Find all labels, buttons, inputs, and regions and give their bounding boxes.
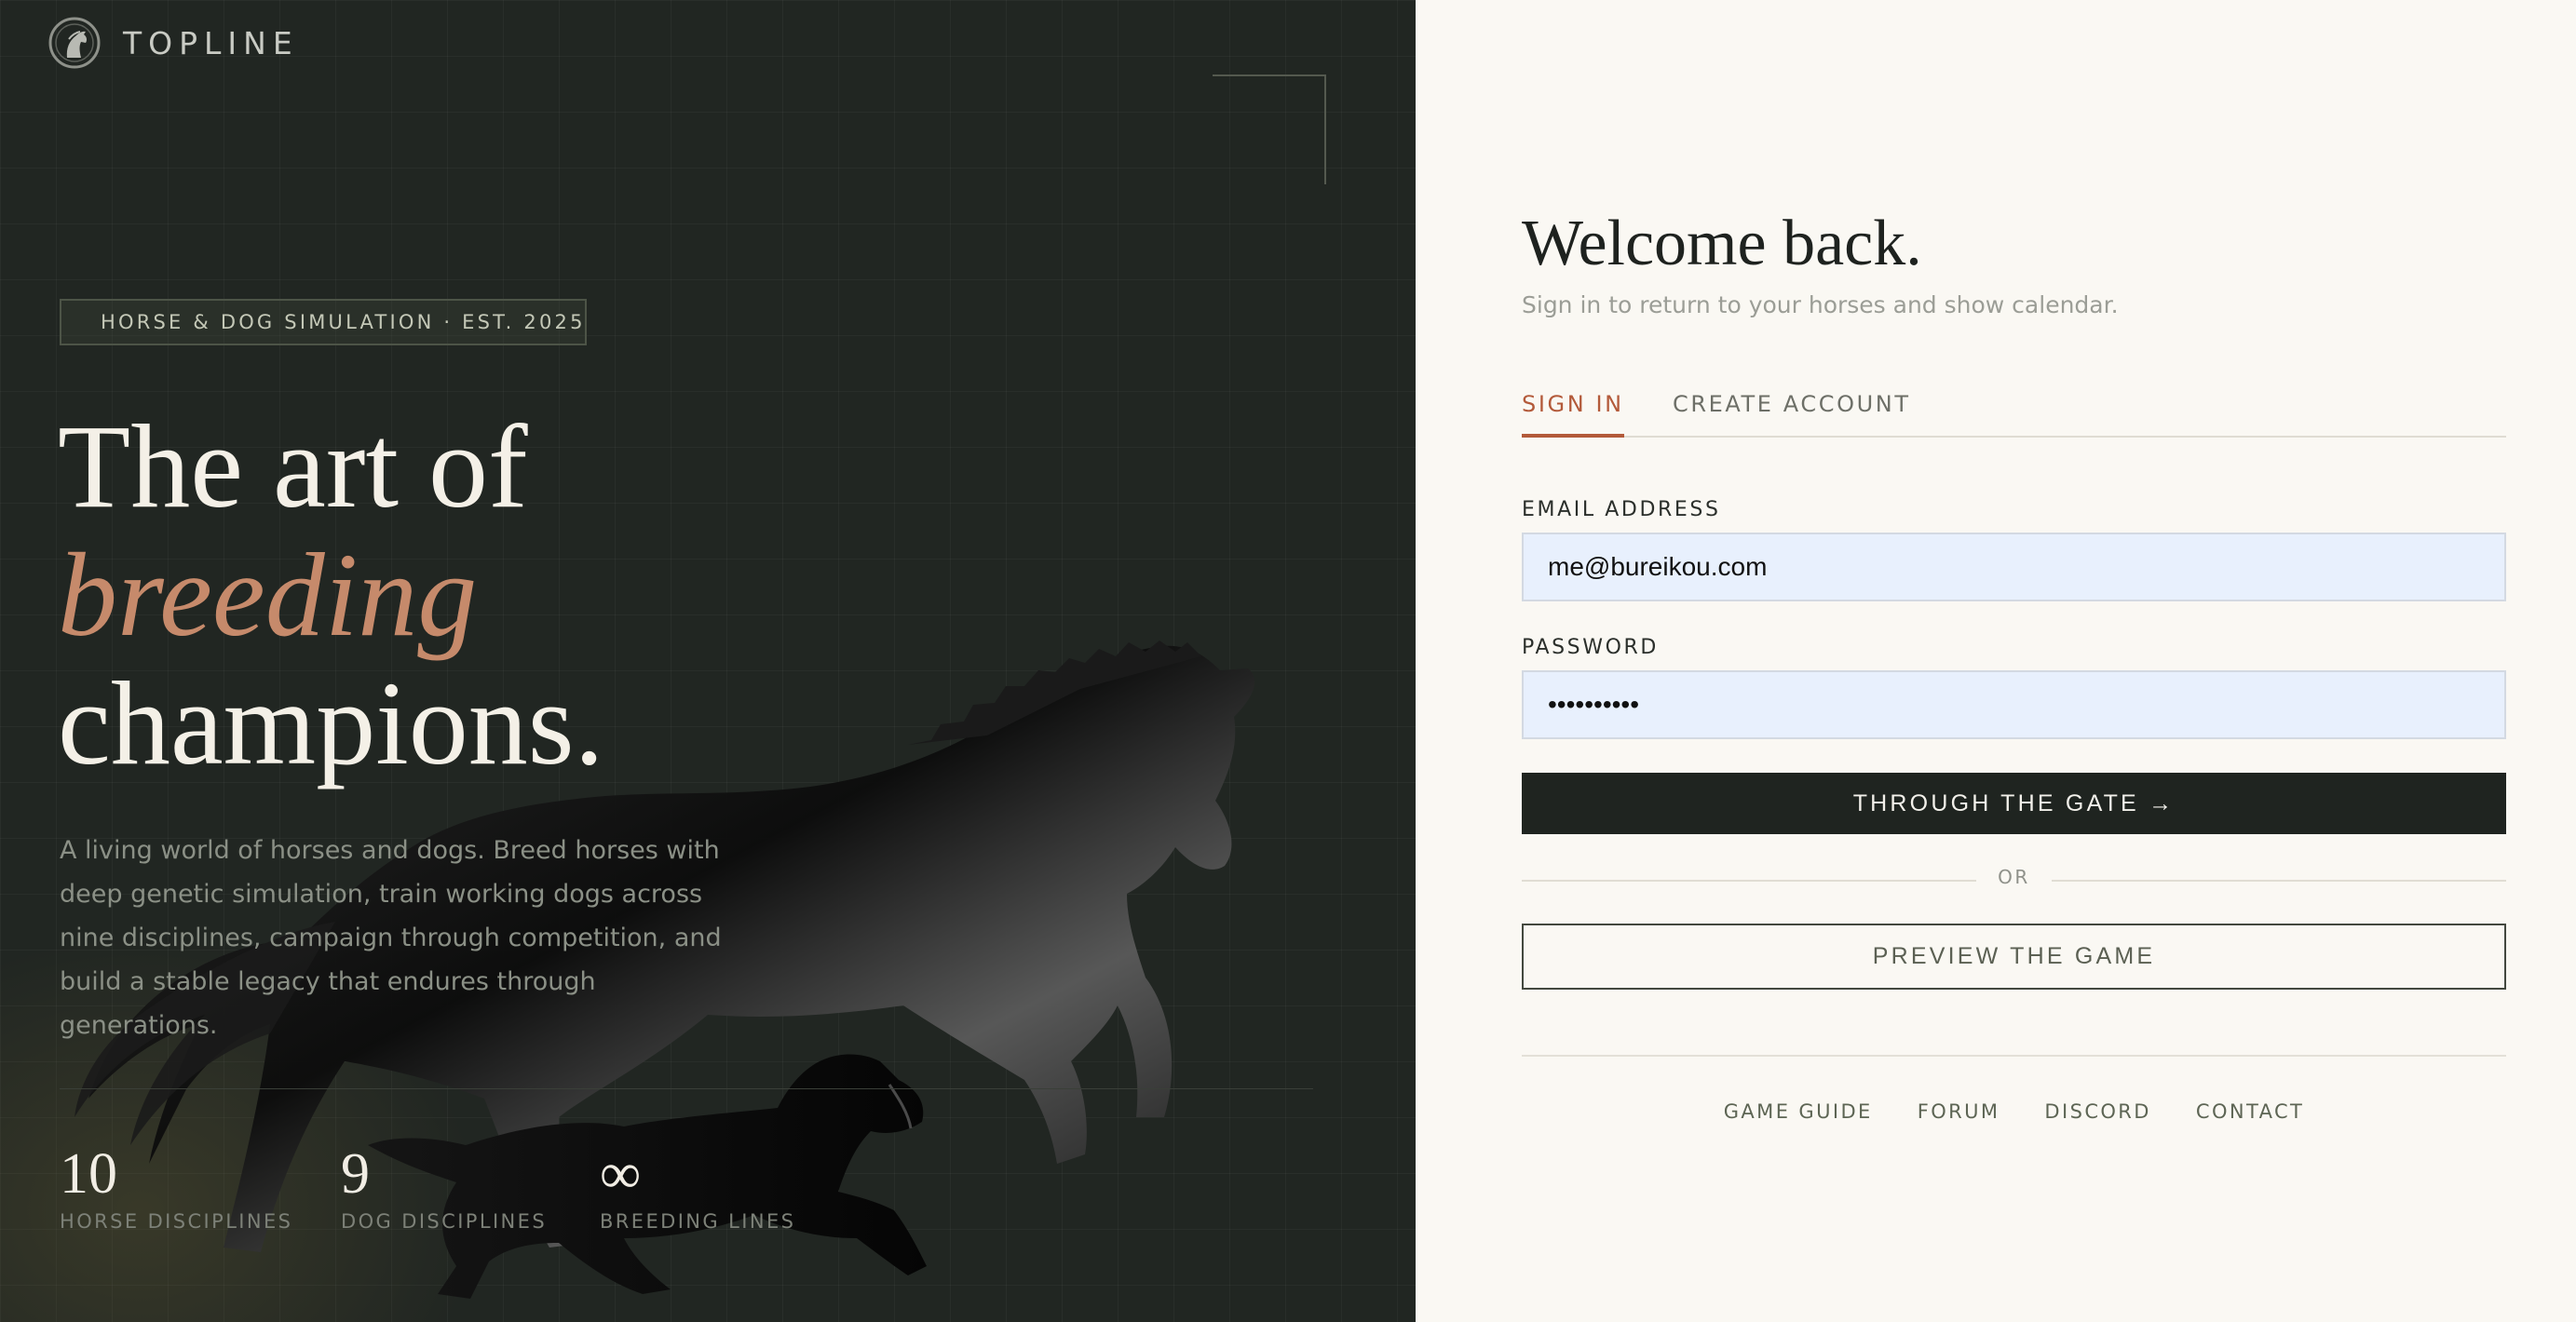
auth-panel: Welcome back. Sign in to return to your … bbox=[1416, 0, 2576, 1322]
tab-create-account[interactable]: CREATE ACCOUNT bbox=[1673, 391, 1911, 417]
footer-link-game-guide[interactable]: GAME GUIDE bbox=[1724, 1100, 1873, 1123]
headline-line-1: The art of bbox=[58, 400, 528, 533]
stat-label: HORSE DISCIPLINES bbox=[60, 1210, 293, 1233]
hero-description: A living world of horses and dogs. Breed… bbox=[60, 836, 722, 1040]
or-divider: OR bbox=[1522, 866, 2506, 894]
email-label: EMAIL ADDRESS bbox=[1522, 498, 1721, 521]
headline-line-3: champions. bbox=[58, 657, 604, 789]
stats-divider bbox=[60, 1088, 1313, 1089]
password-label: PASSWORD bbox=[1522, 636, 1659, 659]
sign-in-button[interactable]: THROUGH THE GATE → bbox=[1522, 773, 2506, 834]
footer-divider bbox=[1522, 1055, 2506, 1057]
headline-accent: breeding bbox=[58, 529, 478, 661]
auth-tabs: SIGN IN CREATE ACCOUNT bbox=[1522, 391, 2506, 438]
divider-text: OR bbox=[1998, 866, 2030, 888]
stat-label: DOG DISCIPLINES bbox=[341, 1210, 548, 1233]
stat-horse-disciplines: 10 HORSE DISCIPLINES bbox=[60, 1143, 292, 1233]
hero-headline: The art of breeding champions. bbox=[58, 402, 604, 788]
stat-label: BREEDING LINES bbox=[600, 1210, 796, 1233]
email-field[interactable]: me@bureikou.com bbox=[1522, 533, 2506, 601]
stat-dog-disciplines: 9 DOG DISCIPLINES bbox=[341, 1143, 547, 1233]
welcome-subtitle: Sign in to return to your horses and sho… bbox=[1522, 291, 2119, 318]
footer-link-contact[interactable]: CONTACT bbox=[2196, 1100, 2304, 1123]
divider-line-right bbox=[2052, 880, 2506, 882]
footer-nav: GAME GUIDE FORUM DISCORD CONTACT bbox=[1522, 1100, 2506, 1123]
stat-value: 9 bbox=[341, 1142, 370, 1206]
footer-link-forum[interactable]: FORUM bbox=[1918, 1100, 2000, 1123]
hero-panel: TOPLINE HORSE & DOG SIMULATION · EST. 20… bbox=[0, 0, 1416, 1322]
welcome-title: Welcome back. bbox=[1522, 208, 1922, 279]
preview-game-button[interactable]: PREVIEW THE GAME bbox=[1522, 924, 2506, 990]
stat-value: ∞ bbox=[600, 1142, 642, 1206]
password-field[interactable]: •••••••••• bbox=[1522, 670, 2506, 739]
tab-sign-in[interactable]: SIGN IN bbox=[1522, 391, 1624, 438]
footer-link-discord[interactable]: DISCORD bbox=[2044, 1100, 2150, 1123]
stat-breeding-lines: ∞ BREEDING LINES bbox=[600, 1143, 795, 1233]
stat-value: 10 bbox=[60, 1142, 117, 1206]
